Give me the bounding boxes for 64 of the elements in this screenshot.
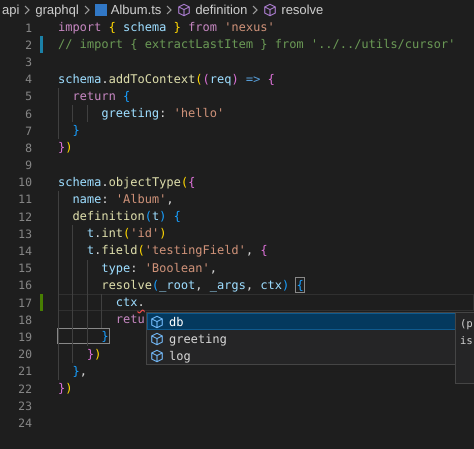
cube-icon (150, 314, 164, 328)
line-number: 12 (17, 210, 32, 224)
breadcrumb-item[interactable]: api (2, 2, 20, 17)
line-number: 13 (17, 226, 32, 241)
line-number: 6 (24, 106, 32, 121)
line-number: 11 (17, 192, 32, 206)
cube-icon (263, 2, 278, 16)
code-line: schema.objectType({ (58, 174, 196, 191)
code-line: return { (58, 88, 130, 105)
code-line: }, (58, 362, 87, 380)
code-line: definition(t) { (58, 208, 181, 226)
line-number: 4 (24, 72, 32, 86)
chevron-icon (84, 4, 90, 14)
line-number: 1 (24, 20, 32, 35)
line-number: 5 (24, 89, 32, 104)
breadcrumb-item[interactable]: graphql (35, 2, 79, 17)
suggestion-item[interactable]: db (147, 313, 456, 330)
code-line: type: 'Boolean', (58, 260, 217, 277)
line-number: 21 (17, 364, 32, 378)
code-line: t.field('testingField', { (58, 242, 268, 260)
line-number: 20 (17, 347, 32, 362)
line-number: 10 (17, 175, 32, 190)
code-line: } (58, 328, 109, 346)
line-number: 19 (17, 330, 32, 344)
suggestion-item[interactable]: log (147, 347, 456, 364)
line-number: 9 (24, 158, 32, 172)
code-line: }) (58, 346, 102, 363)
cube-icon (177, 2, 192, 16)
suggestion-item[interactable]: greeting (147, 330, 456, 347)
line-number: 24 (17, 416, 32, 430)
breadcrumb-item[interactable]: resolve (281, 2, 324, 17)
code-line: retu (58, 311, 145, 328)
breadcrumb-item[interactable]: definition (195, 2, 248, 17)
code-line: }) (58, 139, 72, 156)
breadcrumb-item[interactable]: Album.ts (110, 2, 162, 17)
code-line: import { schema } from 'nexus' (58, 19, 275, 36)
code-line: greeting: 'hello' (58, 104, 224, 122)
details-text: is (460, 334, 473, 349)
chevron-icon (24, 4, 30, 14)
code-line: }) (58, 380, 72, 397)
line-number: 18 (17, 312, 32, 327)
code-line: } (58, 122, 80, 140)
line-number: 22 (17, 382, 32, 396)
code-line: ctx. (58, 294, 145, 312)
line-number: 7 (24, 124, 32, 138)
typescript-file-icon (94, 4, 107, 16)
code-line: resolve(_root, _args, ctx) { (58, 276, 304, 294)
details-text: (p (460, 317, 473, 332)
line-number: 23 (17, 398, 32, 413)
cube-icon (150, 332, 164, 346)
code-line: schema.addToContext((req) => { (58, 70, 275, 88)
line-number: 17 (17, 296, 32, 310)
chevron-icon (166, 4, 172, 14)
line-number: 3 (24, 54, 32, 69)
line-number: 14 (17, 244, 32, 258)
code-line: // import { extractLastItem } from '../../utils/cursor' (58, 36, 456, 54)
line-number: 2 (24, 38, 32, 52)
code-line: t.int('id') (58, 225, 166, 242)
line-number: 8 (24, 140, 32, 155)
chevron-icon (252, 4, 258, 14)
code-line: name: 'Album', (58, 190, 174, 208)
line-number: 16 (17, 278, 32, 292)
line-number: 15 (17, 261, 32, 276)
cube-icon (150, 348, 164, 362)
